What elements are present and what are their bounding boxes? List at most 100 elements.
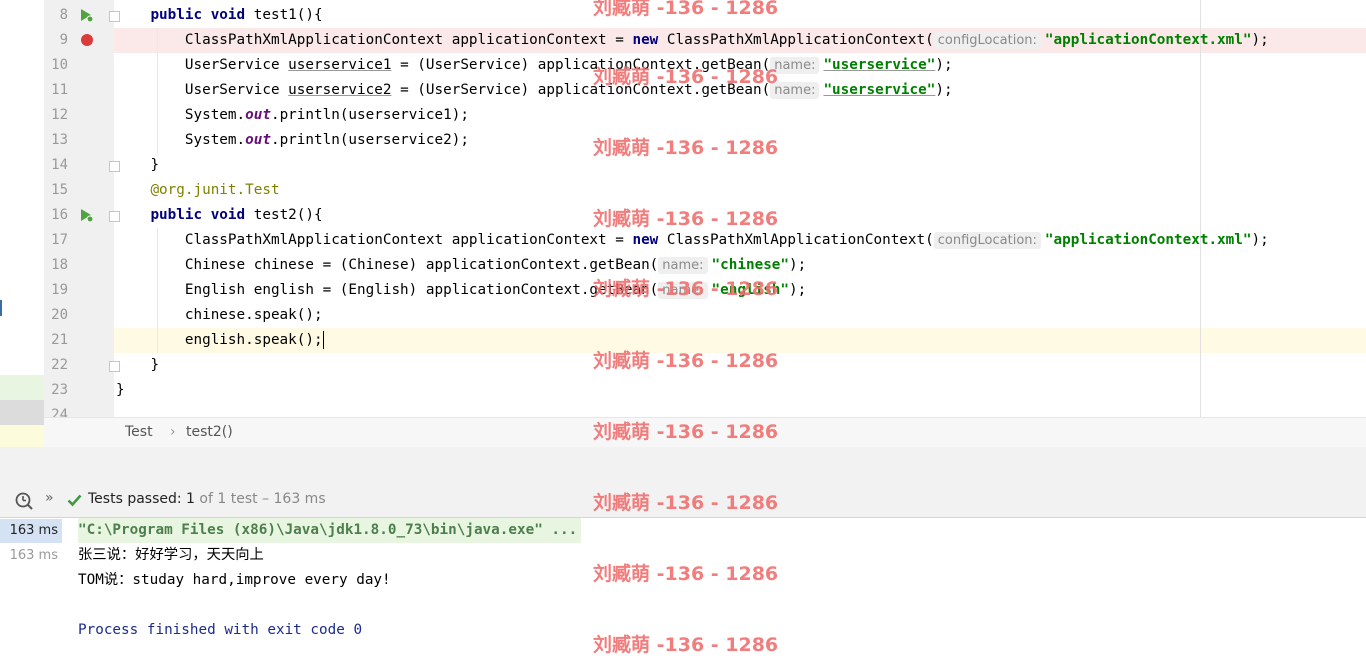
line-number: 16 [51,207,68,223]
line-number: 21 [51,332,68,348]
run-test-icon[interactable] [79,208,93,222]
right-margin-guide [1200,0,1201,417]
line-number: 9 [59,32,68,48]
watermark: 刘臧萌 -136 - 1286 [593,634,779,656]
strip-band-green [0,375,44,400]
more-chevron[interactable]: » [45,490,54,506]
code-text: .println(userservice1); [270,107,469,123]
line-number: 19 [51,282,68,298]
line-number: 18 [51,257,68,273]
code-line-13: System.out.println(userservice2); [116,128,469,153]
watermark: 刘臧萌 -136 - 1286 [593,421,779,443]
line-number: 11 [51,82,68,98]
keyword: void [210,207,246,223]
watermark: 刘臧萌 -136 - 1286 [593,350,779,372]
parameter-hint: configLocation: [933,232,1041,249]
line-number: 20 [51,307,68,323]
code-text: test2(){ [245,207,323,223]
code-text: ); [789,257,807,273]
line-number: 17 [51,232,68,248]
console-output-line: 张三说：好好学习，天天向上 [78,547,264,563]
code-text: ); [789,282,807,298]
annotation: @org.junit. [150,182,246,198]
keyword: new [632,232,659,248]
code-text: System. [184,132,246,148]
breadcrumb-separator: › [170,424,176,440]
code-line-12: System.out.println(userservice1); [116,103,469,128]
line-number: 22 [51,357,68,373]
test-status: Tests passed: 1 of 1 test – 163 ms [88,491,326,507]
static-field: out [245,107,271,123]
code-line-22: } [116,353,159,378]
strip-marker [0,300,2,316]
code-text: english.speak(); [184,332,323,348]
panel-divider [0,447,1366,484]
static-field: out [245,132,271,148]
console-output-line: TOM说：studay hard,improve every day! [78,572,391,588]
code-line-8: public void test1(){ [116,3,323,28]
code-text: ClassPathXmlApplicationContext applicati… [184,32,633,48]
breakpoint-icon[interactable] [81,34,93,46]
line-number: 12 [51,107,68,123]
check-icon [67,494,82,507]
code-text: UserService [184,82,289,98]
string-literal: "userservice" [823,57,936,73]
code-line-10: UserService userservice1 = (UserService)… [116,53,953,78]
code-line-9: ClassPathXmlApplicationContext applicati… [116,28,1269,53]
code-text: Chinese chinese = (Chinese) applicationC… [184,257,659,273]
history-icon[interactable] [14,491,34,511]
code-text: .println(userservice2); [270,132,469,148]
code-text: ); [1251,32,1269,48]
code-text: ); [1251,232,1269,248]
test-results-tree: 163 ms 163 ms [0,518,63,666]
code-line-14: } [116,153,159,178]
breadcrumb-class[interactable]: Test [125,424,153,440]
line-number: 15 [51,182,68,198]
code-text: ClassPathXmlApplicationContext applicati… [184,232,633,248]
string-literal: "applicationContext.xml" [1044,232,1252,248]
breadcrumb-method[interactable]: test2() [186,424,233,440]
watermark: 刘臧萌 -136 - 1286 [593,208,779,230]
keyword: void [210,7,246,23]
code-text: ClassPathXmlApplicationContext( [658,32,934,48]
run-test-icon[interactable] [79,8,93,22]
string-literal: "chinese" [711,257,790,273]
line-number: 13 [51,132,68,148]
code-text: English english = (English) applicationC… [184,282,659,298]
watermark: 刘臧萌 -136 - 1286 [593,66,779,88]
code-text: } [116,382,125,398]
code-line-16: public void test2(){ [116,203,323,228]
code-text: chinese.speak(); [184,307,323,323]
line-number: 14 [51,157,68,173]
watermark: 刘臧萌 -136 - 1286 [593,0,779,19]
strip-band-gray [0,400,44,425]
code-text: ); [935,57,953,73]
line-number: 24 [51,407,68,417]
watermark: 刘臧萌 -136 - 1286 [593,492,779,514]
test-duration-row[interactable]: 163 ms [0,544,62,568]
code-line-11: UserService userservice2 = (UserService)… [116,78,953,103]
code-text: test1(){ [245,7,323,23]
keyword: public [150,7,203,23]
console-exit-line: Process finished with exit code 0 [78,622,363,638]
strip-band-yellow [0,425,44,447]
console-command-line[interactable]: "C:\Program Files (x86)\Java\jdk1.8.0_73… [78,518,582,543]
string-literal: "applicationContext.xml" [1044,32,1252,48]
test-duration-row[interactable]: 163 ms [0,519,62,543]
line-number: 23 [51,382,68,398]
line-number: 10 [51,57,68,73]
variable: userservice2 [288,82,392,98]
string-literal: "userservice" [823,82,936,98]
line-number: 8 [59,7,68,23]
code-line-21: english.speak(); [116,328,324,353]
keyword: new [632,32,659,48]
code-line-20: chinese.speak(); [116,303,323,328]
test-status-label: Tests passed: [88,491,182,507]
code-text: } [150,357,160,373]
code-text: UserService [184,57,289,73]
keyword: public [150,207,203,223]
code-line-17: ClassPathXmlApplicationContext applicati… [116,228,1269,253]
tests-passed-count: 1 [186,491,195,507]
watermark: 刘臧萌 -136 - 1286 [593,137,779,159]
code-text: } [150,157,160,173]
